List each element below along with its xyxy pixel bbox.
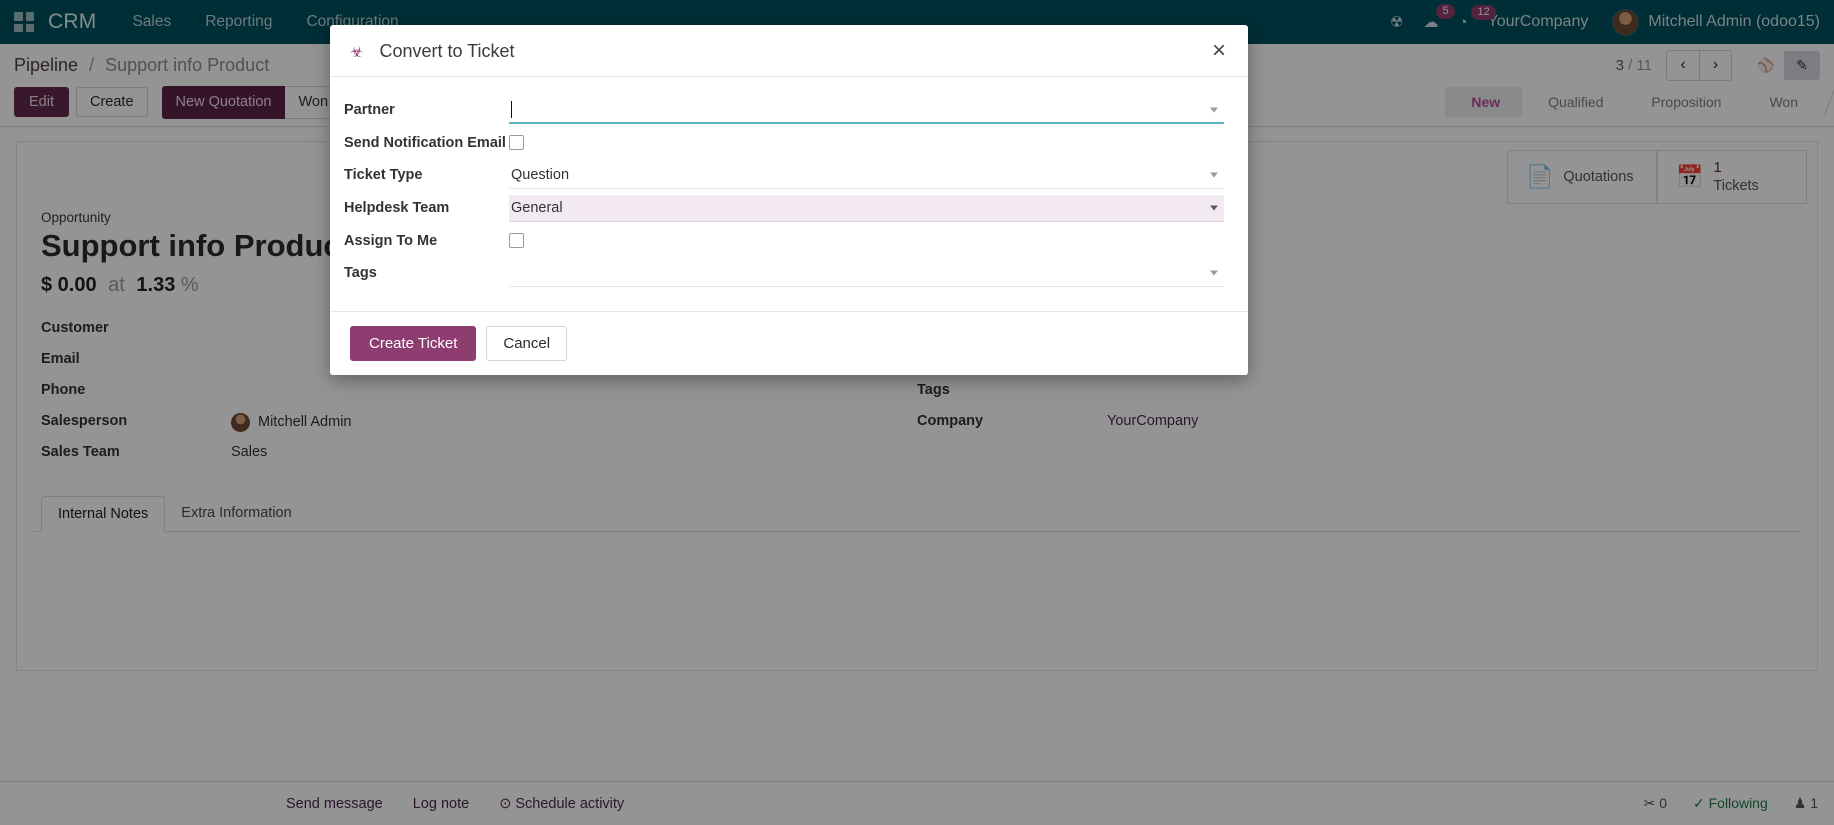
stage-proposition-label: Proposition bbox=[1651, 94, 1721, 110]
label-partner: Partner bbox=[344, 93, 509, 121]
convert-to-ticket-dialog: ☣ Convert to Ticket × Partner Send Notif… bbox=[330, 25, 1248, 375]
text-cursor bbox=[511, 101, 512, 118]
ticket-type-select[interactable]: Question bbox=[509, 162, 1224, 189]
assign-to-me-checkbox[interactable] bbox=[509, 233, 524, 248]
send-notification-email-checkbox[interactable] bbox=[509, 135, 524, 150]
chevron-down-icon[interactable] bbox=[1210, 271, 1218, 276]
helpdesk-team-value: General bbox=[511, 200, 563, 216]
tags-select[interactable] bbox=[509, 260, 1224, 287]
dialog-field-tags: Tags bbox=[344, 256, 1224, 287]
label-helpdesk-team: Helpdesk Team bbox=[344, 191, 509, 219]
dialog-header: ☣ Convert to Ticket × bbox=[330, 25, 1248, 77]
field-wrap-ticket-type: Question bbox=[509, 158, 1224, 189]
bug-icon: ☣ bbox=[350, 43, 363, 61]
label-assign-to-me: Assign To Me bbox=[344, 224, 509, 252]
chevron-down-icon[interactable] bbox=[1210, 107, 1218, 112]
close-icon[interactable]: × bbox=[1206, 35, 1232, 67]
chevron-down-icon[interactable] bbox=[1210, 206, 1218, 211]
label-tags: Tags bbox=[344, 256, 509, 284]
ticket-type-value: Question bbox=[511, 167, 569, 183]
dialog-body: Partner Send Notification Email Ticket T… bbox=[330, 77, 1248, 311]
dialog-field-partner: Partner bbox=[344, 93, 1224, 124]
field-wrap-partner bbox=[509, 93, 1224, 124]
partner-input[interactable] bbox=[509, 97, 1224, 124]
helpdesk-team-select[interactable]: General bbox=[509, 195, 1224, 222]
label-ticket-type: Ticket Type bbox=[344, 158, 509, 186]
dialog-title: Convert to Ticket bbox=[379, 41, 514, 62]
stage-won-label: Won bbox=[1769, 94, 1798, 110]
stage-new-label: New bbox=[1471, 94, 1500, 110]
chevron-down-icon[interactable] bbox=[1210, 173, 1218, 178]
label-send-notification-email: Send Notification Email bbox=[344, 126, 509, 154]
cancel-button[interactable]: Cancel bbox=[486, 326, 567, 361]
dialog-field-ticket-type: Ticket Type Question bbox=[344, 158, 1224, 189]
dialog-footer: Create Ticket Cancel bbox=[330, 311, 1248, 375]
dialog-field-send-notification-email: Send Notification Email bbox=[344, 126, 1224, 156]
field-wrap-assign-to-me bbox=[509, 224, 1224, 254]
dialog-field-helpdesk-team: Helpdesk Team General bbox=[344, 191, 1224, 222]
dialog-field-assign-to-me: Assign To Me bbox=[344, 224, 1224, 254]
create-ticket-confirm-button[interactable]: Create Ticket bbox=[350, 326, 476, 361]
field-wrap-helpdesk-team: General bbox=[509, 191, 1224, 222]
stage-qualified-label: Qualified bbox=[1548, 94, 1603, 110]
field-wrap-tags bbox=[509, 256, 1224, 287]
field-wrap-send-notification-email bbox=[509, 126, 1224, 156]
